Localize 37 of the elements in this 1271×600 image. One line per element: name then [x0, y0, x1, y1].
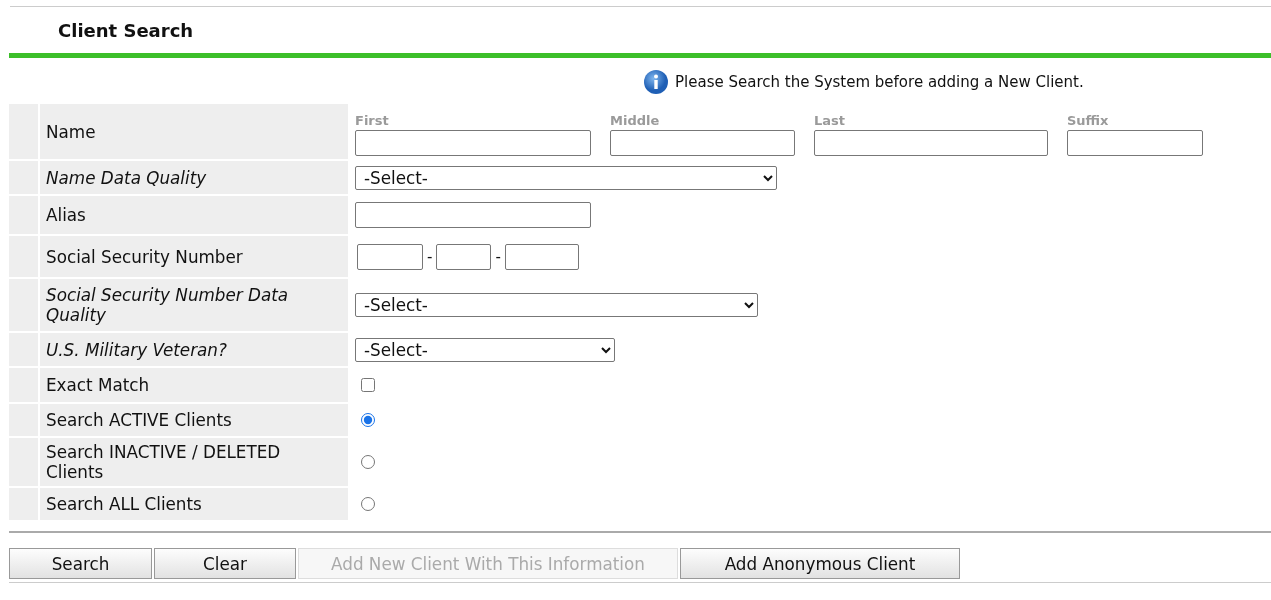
action-button[interactable]: Clear: [154, 548, 296, 579]
ssn-input[interactable]: [436, 243, 492, 270]
info-icon: [643, 69, 669, 95]
field-label: Search ALL Clients: [46, 494, 202, 514]
name-input[interactable]: [610, 130, 795, 156]
checkbox[interactable]: [361, 378, 375, 392]
field-label: Alias: [46, 205, 86, 225]
name-input[interactable]: [355, 130, 591, 156]
dropdown[interactable]: -Select-: [355, 337, 615, 362]
field-label: Name: [46, 121, 96, 142]
radio-button[interactable]: [361, 413, 375, 427]
page-title: Client Search: [57, 19, 195, 43]
radio-button[interactable]: [361, 455, 375, 469]
name-input[interactable]: [814, 130, 1048, 156]
field-label: Search ACTIVE Clients: [46, 410, 232, 430]
field-label: Social Security Number Data Quality: [46, 285, 290, 325]
dropdown[interactable]: -Select-: [355, 165, 777, 190]
alias-input[interactable]: [355, 202, 591, 228]
action-button[interactable]: Add Anonymous Client: [680, 548, 960, 579]
field-label: Name Data Quality: [46, 167, 207, 188]
dropdown[interactable]: -Select-: [355, 293, 758, 317]
name-input[interactable]: [1067, 130, 1203, 156]
field-label: U.S. Military Veteran?: [46, 339, 227, 360]
subfield-label: Last: [814, 114, 846, 128]
ssn-input[interactable]: [504, 243, 579, 270]
subfield-label: Suffix: [1067, 114, 1110, 128]
radio-button[interactable]: [361, 497, 375, 511]
field-label: Social Security Number: [46, 246, 243, 267]
ssn-separator: -: [427, 247, 433, 266]
subfield-label: Middle: [610, 114, 661, 128]
subfield-label: First: [355, 114, 390, 128]
notice-text: Please Search the System before adding a New Client.: [675, 73, 1084, 91]
field-label: Exact Match: [46, 375, 150, 395]
field-label: Search INACTIVE / DELETED Clients: [46, 442, 282, 482]
action-button[interactable]: Search: [9, 548, 152, 579]
ssn-separator: -: [495, 247, 501, 266]
ssn-input[interactable]: [357, 243, 423, 270]
